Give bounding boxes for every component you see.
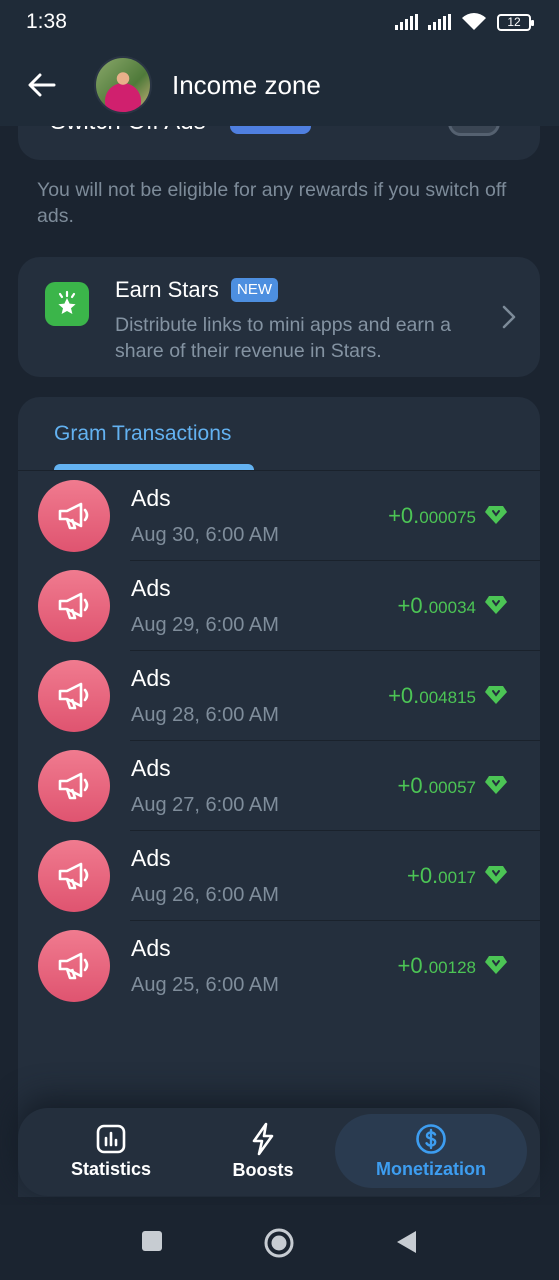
nav-label-boosts: Boosts — [232, 1159, 294, 1180]
transaction-date: Aug 29, 6:00 AM — [131, 614, 279, 636]
transaction-amount: +0.00034 — [398, 593, 476, 619]
battery-icon: 12 — [497, 13, 534, 31]
ads-icon — [38, 750, 110, 822]
nav-label-statistics: Statistics — [70, 1158, 152, 1179]
amount-frac: 00057 — [428, 778, 476, 797]
back-nav-icon[interactable] — [394, 1229, 418, 1255]
back-button[interactable] — [20, 63, 64, 107]
nav-label-monetization: Monetization — [376, 1158, 486, 1179]
transaction-amount: +0.00057 — [398, 773, 476, 799]
amount-int: +0. — [388, 503, 420, 528]
wifi-icon — [462, 13, 486, 30]
amount-frac: 00128 — [428, 958, 476, 977]
amount-frac: 004815 — [419, 688, 476, 707]
amount-int: +0. — [397, 773, 429, 798]
signal-icon — [395, 14, 418, 30]
chevron-right-icon — [502, 305, 516, 329]
ton-diamond-icon — [485, 596, 507, 614]
amount-frac: 0017 — [438, 868, 476, 887]
ton-diamond-icon — [485, 866, 507, 884]
ads-icon — [38, 930, 110, 1002]
earn-stars-description: Distribute links to mini apps and earn a… — [115, 314, 452, 362]
transaction-row[interactable]: Ads Aug 30, 6:00 AM +0.000075 — [18, 471, 540, 561]
transaction-date: Aug 28, 6:00 AM — [131, 704, 279, 726]
page-title: Income zone — [172, 69, 321, 100]
transaction-row[interactable]: Ads Aug 28, 6:00 AM +0.004815 — [18, 651, 540, 741]
amount-frac: 000075 — [419, 508, 476, 527]
status-time: 1:38 — [26, 10, 67, 33]
bar-chart-icon — [96, 1124, 126, 1153]
amount-int: +0. — [397, 953, 429, 978]
avatar[interactable] — [94, 56, 152, 114]
ton-diamond-icon — [485, 686, 507, 704]
transaction-row[interactable]: Ads Aug 25, 6:00 AM +0.00128 — [18, 921, 540, 1011]
dollar-icon — [416, 1123, 446, 1154]
tab-gram-transactions[interactable]: Gram Transactions — [54, 422, 231, 446]
ton-diamond-icon — [485, 776, 507, 794]
transaction-row[interactable]: Ads Aug 27, 6:00 AM +0.00057 — [18, 741, 540, 831]
bottom-nav: Statistics Boosts Monetization — [18, 1108, 540, 1196]
new-badge: NEW — [231, 278, 278, 302]
battery-level: 12 — [507, 14, 521, 29]
transaction-amount: +0.004815 — [388, 683, 476, 709]
home-icon[interactable] — [263, 1227, 295, 1259]
back-arrow-icon — [28, 73, 56, 97]
tab-monetization[interactable]: Monetization — [335, 1114, 527, 1188]
transaction-title: Ads — [131, 845, 171, 871]
transaction-amount: +0.0017 — [407, 863, 476, 889]
ton-diamond-icon — [485, 956, 507, 974]
transactions-list: Ads Aug 30, 6:00 AM +0.000075 Ads Aug 29… — [18, 471, 540, 1011]
transaction-date: Aug 27, 6:00 AM — [131, 794, 279, 816]
recents-icon[interactable] — [140, 1229, 164, 1253]
transaction-amount: +0.00128 — [398, 953, 476, 979]
tab-statistics[interactable]: Statistics — [36, 1114, 186, 1188]
transaction-row[interactable]: Ads Aug 29, 6:00 AM +0.00034 — [18, 561, 540, 651]
ads-hint-text: You will not be eligible for any rewards… — [37, 179, 507, 227]
tab-boosts[interactable]: Boosts — [188, 1114, 338, 1188]
amount-int: +0. — [397, 593, 429, 618]
lightning-icon — [252, 1122, 274, 1155]
transaction-amount: +0.000075 — [388, 503, 476, 529]
ton-diamond-icon — [485, 506, 507, 524]
transaction-date: Aug 26, 6:00 AM — [131, 884, 279, 906]
ads-icon — [38, 840, 110, 912]
ads-icon — [38, 480, 110, 552]
system-nav-bar — [0, 1205, 559, 1280]
transaction-date: Aug 25, 6:00 AM — [131, 974, 279, 996]
ads-icon — [38, 570, 110, 642]
earn-stars-title: Earn Stars — [115, 277, 219, 302]
earn-stars-card[interactable]: Earn Stars NEW Distribute links to mini … — [18, 257, 540, 377]
transaction-title: Ads — [131, 755, 171, 781]
transaction-title: Ads — [131, 485, 171, 511]
amount-int: +0. — [406, 863, 439, 888]
transaction-title: Ads — [131, 575, 171, 601]
amount-int: +0. — [388, 683, 420, 708]
transaction-row[interactable]: Ads Aug 26, 6:00 AM +0.0017 — [18, 831, 540, 921]
transaction-title: Ads — [131, 665, 171, 691]
transactions-card: Gram Transactions Ads Aug 30, 6:00 AM +0… — [18, 397, 540, 1197]
signal-icon — [428, 14, 451, 30]
amount-frac: 00034 — [428, 598, 476, 617]
ads-icon — [38, 660, 110, 732]
earn-stars-icon — [45, 282, 89, 326]
transaction-date: Aug 30, 6:00 AM — [131, 524, 279, 546]
status-icons: 12 — [395, 12, 534, 32]
status-bar: 1:38 12 — [0, 0, 559, 44]
header: Income zone — [0, 44, 559, 126]
transaction-title: Ads — [131, 935, 171, 961]
